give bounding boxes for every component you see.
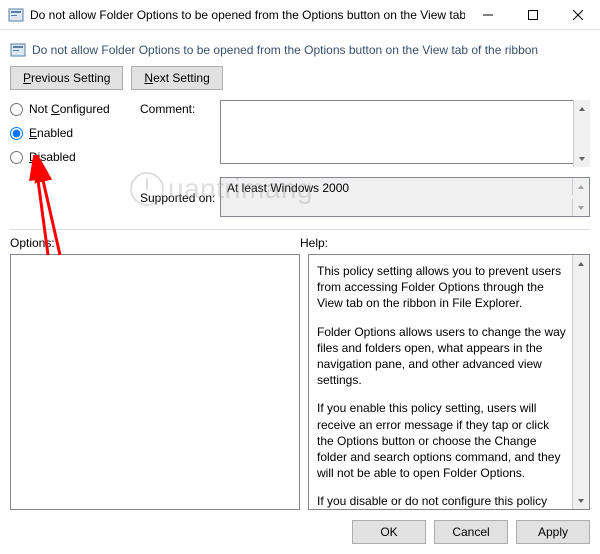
help-label: Help:: [300, 236, 590, 250]
comment-field[interactable]: [220, 100, 590, 164]
help-text: This policy setting allows you to preven…: [317, 263, 569, 312]
radio-disabled[interactable]: Disabled: [10, 150, 140, 164]
ok-button[interactable]: OK: [352, 520, 426, 544]
help-scrollbar[interactable]: [572, 255, 589, 509]
policy-icon: [8, 7, 24, 23]
help-text: If you enable this policy setting, users…: [317, 400, 569, 481]
supported-field: At least Windows 2000: [220, 177, 590, 217]
help-text: If you disable or do not configure this …: [317, 493, 569, 509]
next-setting-button[interactable]: Next Setting: [131, 66, 222, 90]
help-pane: This policy setting allows you to preven…: [308, 254, 590, 510]
apply-button[interactable]: Apply: [516, 520, 590, 544]
page-title: Do not allow Folder Options to be opened…: [32, 43, 538, 57]
divider: [10, 229, 590, 230]
supported-label: Supported on:: [140, 189, 220, 205]
maximize-button[interactable]: [510, 0, 555, 30]
close-button[interactable]: [555, 0, 600, 30]
radio-enabled[interactable]: Enabled: [10, 126, 140, 140]
options-pane: [10, 254, 300, 510]
scroll-up-icon: [572, 178, 589, 195]
scroll-down-icon[interactable]: [572, 492, 589, 509]
radio-not-configured[interactable]: Not Configured: [10, 102, 140, 116]
scroll-up-icon[interactable]: [573, 100, 590, 117]
scroll-down-icon[interactable]: [573, 150, 590, 167]
cancel-button[interactable]: Cancel: [434, 520, 508, 544]
comment-label: Comment:: [140, 100, 220, 116]
comment-scrollbar[interactable]: [573, 100, 590, 167]
policy-icon: [10, 42, 26, 58]
options-label: Options:: [10, 236, 300, 250]
minimize-button[interactable]: [465, 0, 510, 30]
scroll-up-icon[interactable]: [572, 255, 589, 272]
help-text: Folder Options allows users to change th…: [317, 324, 569, 389]
window-title: Do not allow Folder Options to be opened…: [30, 8, 465, 22]
scroll-down-icon: [572, 199, 589, 216]
previous-setting-button[interactable]: Previous Setting: [10, 66, 123, 90]
supported-scrollbar: [572, 178, 589, 216]
